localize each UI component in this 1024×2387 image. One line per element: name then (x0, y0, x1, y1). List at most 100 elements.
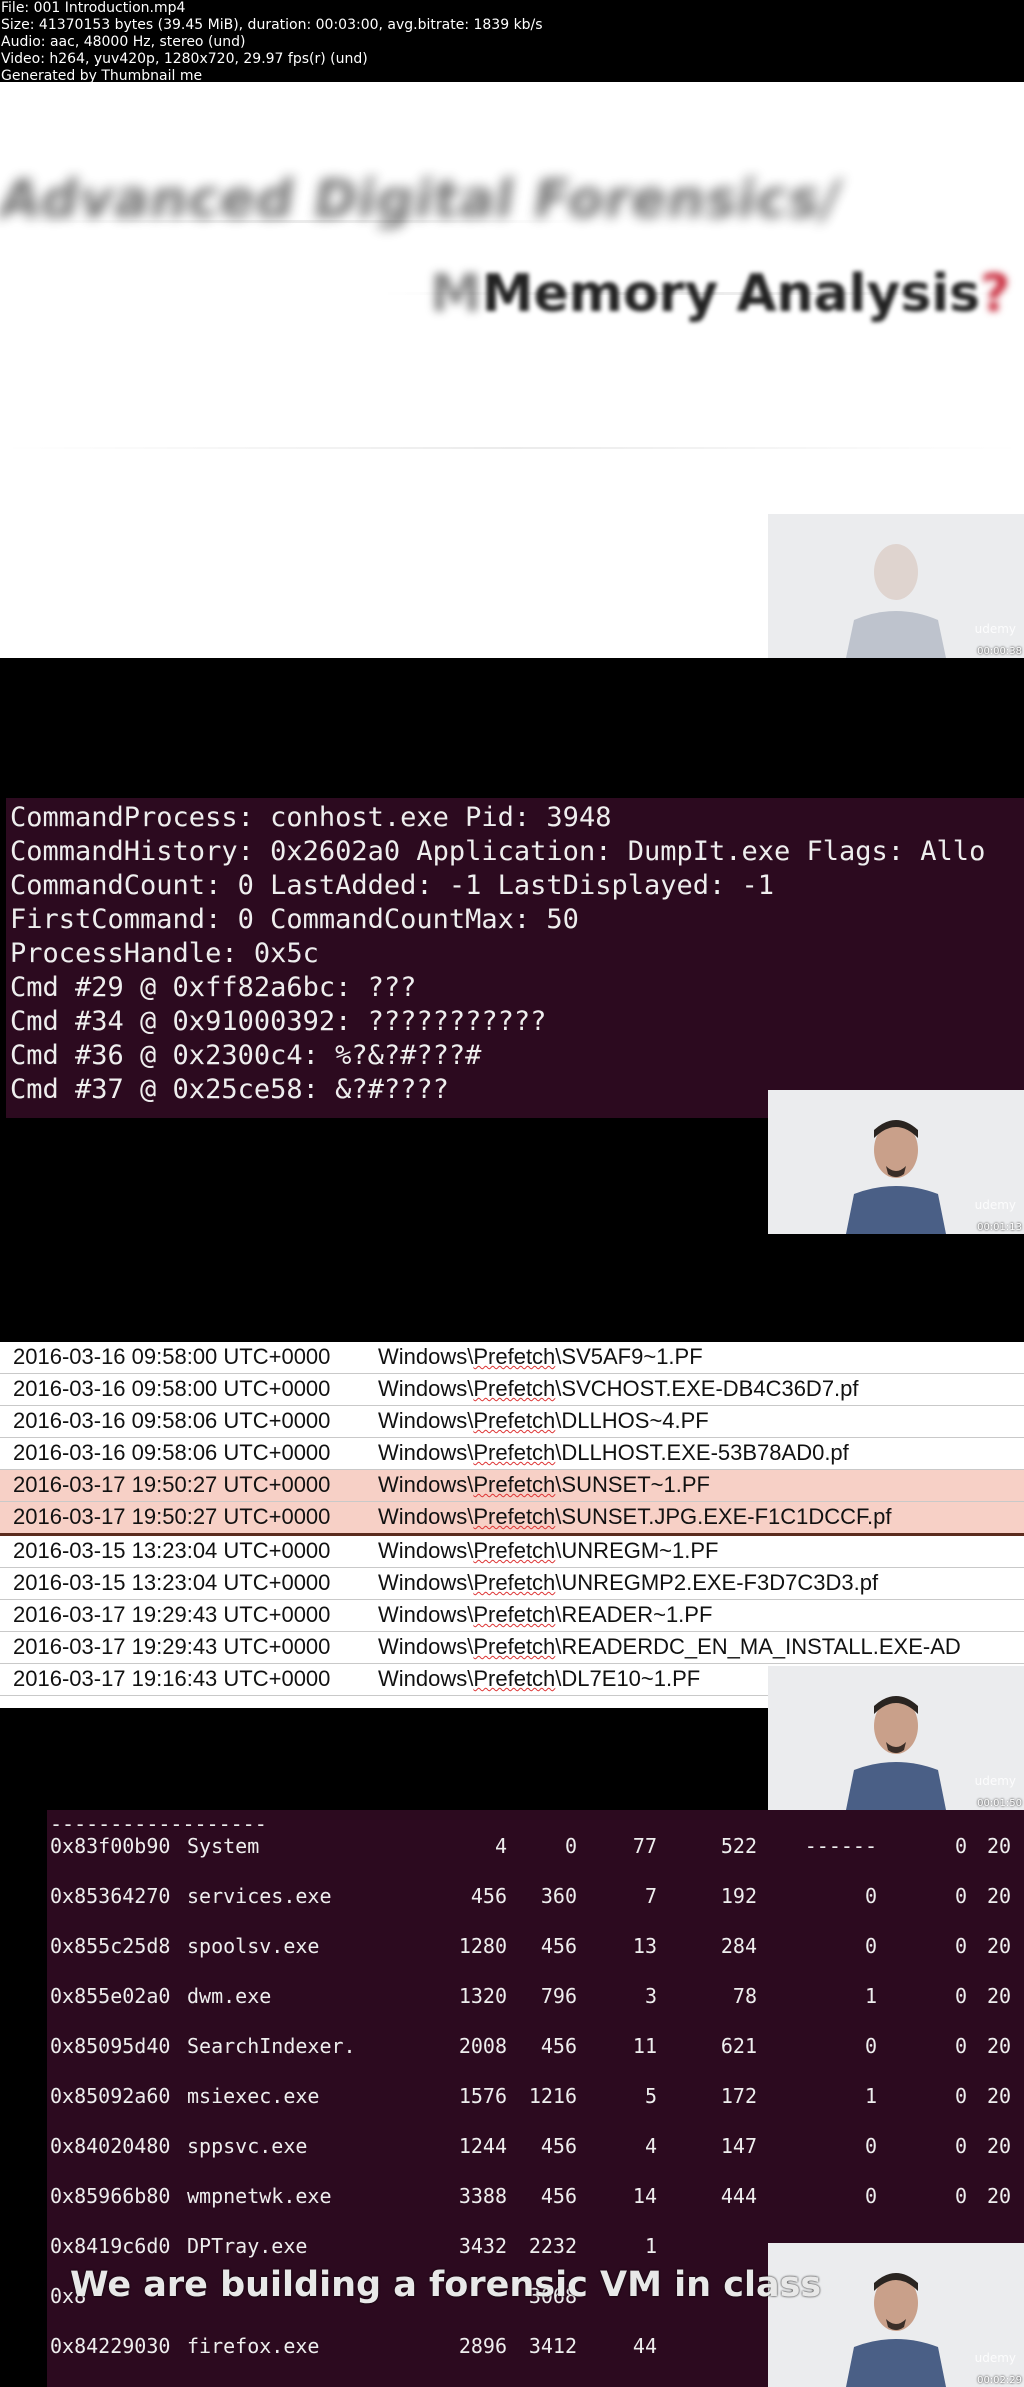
process-cell-thds: 77 (632, 1834, 657, 1858)
table-row: 2016-03-16 09:58:00 UTC+0000 Windows\Pref… (0, 1342, 1024, 1374)
process-cell-pid: 1320 (458, 1984, 507, 2008)
terminal-line: ProcessHandle: 0x5c (10, 938, 319, 969)
table-row: 2016-03-15 13:23:04 UTC+0000 Windows\Pref… (0, 1536, 1024, 1568)
terminal-line: CommandCount: 0 LastAdded: -1 LastDispla… (10, 870, 775, 901)
process-cell-pid: 1244 (458, 2134, 507, 2158)
process-cell-thds: 1 (644, 2234, 657, 2258)
process-cell-thds: 4 (644, 2134, 657, 2158)
table-row: 2016-03-17 19:29:43 UTC+0000 Windows\Pref… (0, 1632, 1024, 1664)
process-cell-name: sppsvc.exe (187, 2134, 308, 2158)
process-row: 0x84020480 sppsvc.exe 1244 456 4 147 0 0 20 (47, 2134, 1024, 2160)
process-cell-thds: 7 (644, 1884, 657, 1908)
process-cell-sess: 0 (864, 2184, 877, 2208)
process-cell-start: 20 (987, 1984, 1012, 2008)
process-cell-name: spoolsv.exe (187, 1934, 320, 1958)
process-cell-hnds: 621 (720, 2034, 757, 2058)
table-row: 2016-03-16 09:58:06 UTC+0000 Windows\Pref… (0, 1438, 1024, 1470)
terminal-line: Cmd #29 @ 0xff82a6bc: ??? (10, 972, 417, 1003)
process-row: 0x83f00b90 System 4 0 77 522 ------ 0 20 (47, 1834, 1024, 1860)
process-cell-wow64: 0 (954, 1984, 967, 2008)
process-cell-hnds: 172 (720, 2084, 757, 2108)
table-row-highlighted: 2016-03-17 19:50:27 UTC+0000 Windows\Pref… (0, 1502, 1024, 1536)
process-cell-wow64: 0 (954, 2134, 967, 2158)
process-cell-wow64: 0 (954, 2084, 967, 2108)
frame-timestamp: 00:02:29 (977, 2375, 1022, 2386)
table-row: 2016-03-15 13:23:04 UTC+0000 Windows\Pref… (0, 1568, 1024, 1600)
process-cell-pid: 456 (470, 1884, 507, 1908)
terminal-output: CommandProcess: conhost.exe Pid: 3948 Co… (6, 798, 1024, 1118)
process-cell-name: firefox.exe (187, 2334, 320, 2358)
process-cell-wow64: 0 (954, 2184, 967, 2208)
process-cell-name: SearchIndexer. (187, 2034, 356, 2058)
process-cell-wow64: 0 (954, 2034, 967, 2058)
process-cell-hnds: 147 (720, 2134, 757, 2158)
process-cell-start: 20 (987, 2134, 1012, 2158)
process-cell-thds: 44 (632, 2334, 657, 2358)
process-cell-offset: 0x84020480 (50, 2134, 171, 2158)
process-cell-hnds: 444 (720, 2184, 757, 2208)
terminal-line: FirstCommand: 0 CommandCountMax: 50 (10, 904, 579, 935)
process-cell-start: 20 (987, 1884, 1012, 1908)
process-row: 0x85095d40 SearchIndexer. 2008 456 11 621 0 0 20 (47, 2034, 1024, 2060)
process-cell-ppid: 2232 (528, 2234, 577, 2258)
process-row: 0x85092a60 msiexec.exe 1576 1216 5 172 1 0 20 (47, 2084, 1024, 2110)
process-cell-pid: 2008 (458, 2034, 507, 2058)
presenter-figure (846, 1120, 946, 1234)
process-row: 0x85966b80 wmpnetwk.exe 3388 456 14 444 0 0 20 (47, 2184, 1024, 2210)
process-cell-ppid: 3412 (528, 2334, 577, 2358)
process-cell-thds: 13 (632, 1934, 657, 1958)
process-cell-hnds: 78 (732, 1984, 757, 2008)
process-cell-start: 20 (987, 1834, 1012, 1858)
process-cell-thds: 14 (632, 2184, 657, 2208)
terminal-line: Cmd #34 @ 0x91000392: ??????????? (10, 1006, 547, 1037)
process-cell-hnds: 284 (720, 1934, 757, 1958)
course-title: MMemory Analysis? (430, 264, 1011, 324)
process-cell-hnds: 192 (720, 1884, 757, 1908)
terminal-line: Cmd #36 @ 0x2300c4: %?&?#???# (10, 1040, 482, 1071)
file-line: File: 001 Introduction.mp4 (1, 0, 186, 16)
process-cell-pid: 4 (494, 1834, 507, 1858)
process-cell-ppid: 796 (540, 1984, 577, 2008)
table-row: 2016-03-16 09:58:06 UTC+0000 Windows\Pref… (0, 1406, 1024, 1438)
process-cell-offset: 0x83f00b90 (50, 1834, 171, 1858)
process-cell-name: wmpnetwk.exe (187, 2184, 332, 2208)
process-cell-offset: 0x85095d40 (50, 2034, 171, 2058)
process-cell-wow64: 0 (954, 1834, 967, 1858)
udemy-watermark: udemy (974, 1774, 1016, 1788)
process-cell-offset: 0x85092a60 (50, 2084, 171, 2108)
presenter-webcam: udemy 00:00:38 (768, 514, 1024, 658)
process-cell-hnds: 522 (720, 1834, 757, 1858)
motion-streak (0, 447, 1024, 449)
process-cell-name: DPTray.exe (187, 2234, 308, 2258)
process-cell-pid: 2896 (458, 2334, 507, 2358)
process-cell-wow64: 0 (954, 1884, 967, 1908)
terminal-line: CommandHistory: 0x2602a0 Application: Du… (10, 836, 986, 867)
process-cell-offset: 0x855c25d8 (50, 1934, 171, 1958)
table-row-highlighted: 2016-03-17 19:50:27 UTC+0000 Windows\Pref… (0, 1470, 1024, 1502)
process-cell-offset: 0x85364270 (50, 1884, 171, 1908)
process-cell-ppid: 456 (540, 2184, 577, 2208)
video-line: Video: h264, yuv420p, 1280x720, 29.97 fp… (1, 51, 368, 67)
process-cell-name: services.exe (187, 1884, 332, 1908)
process-cell-name: dwm.exe (187, 1984, 272, 2008)
process-cell-start: 20 (987, 2184, 1012, 2208)
terminal-line: CommandProcess: conhost.exe Pid: 3948 (10, 802, 612, 833)
process-cell-sess: 1 (864, 2084, 877, 2108)
process-cell-ppid: 456 (540, 2034, 577, 2058)
process-cell-thds: 5 (644, 2084, 657, 2108)
frame-timestamp: 00:01:13 (977, 1222, 1022, 1233)
process-cell-sess: ------ (804, 1834, 877, 1858)
process-cell-pid: 3432 (458, 2234, 507, 2258)
process-cell-offset: 0x85966b80 (50, 2184, 171, 2208)
table-row: 2016-03-17 19:29:43 UTC+0000 Windows\Pref… (0, 1600, 1024, 1632)
process-cell-name: msiexec.exe (187, 2084, 320, 2108)
process-cell-ppid: 456 (540, 1934, 577, 1958)
video-info-header: File: 001 Introduction.mp4 Size: 4137015… (0, 0, 1024, 84)
process-cell-wow64: 0 (954, 1934, 967, 1958)
process-cell-sess: 0 (864, 1884, 877, 1908)
udemy-watermark: udemy (974, 622, 1016, 636)
process-row: 0x855e02a0 dwm.exe 1320 796 3 78 1 0 20 (47, 1984, 1024, 2010)
process-cell-offset: 0x855e02a0 (50, 1984, 171, 2008)
presenter-figure (846, 2273, 946, 2387)
prefetch-timeline-table: 2016-03-16 09:58:00 UTC+0000 Windows\Pref… (0, 1342, 1024, 1708)
